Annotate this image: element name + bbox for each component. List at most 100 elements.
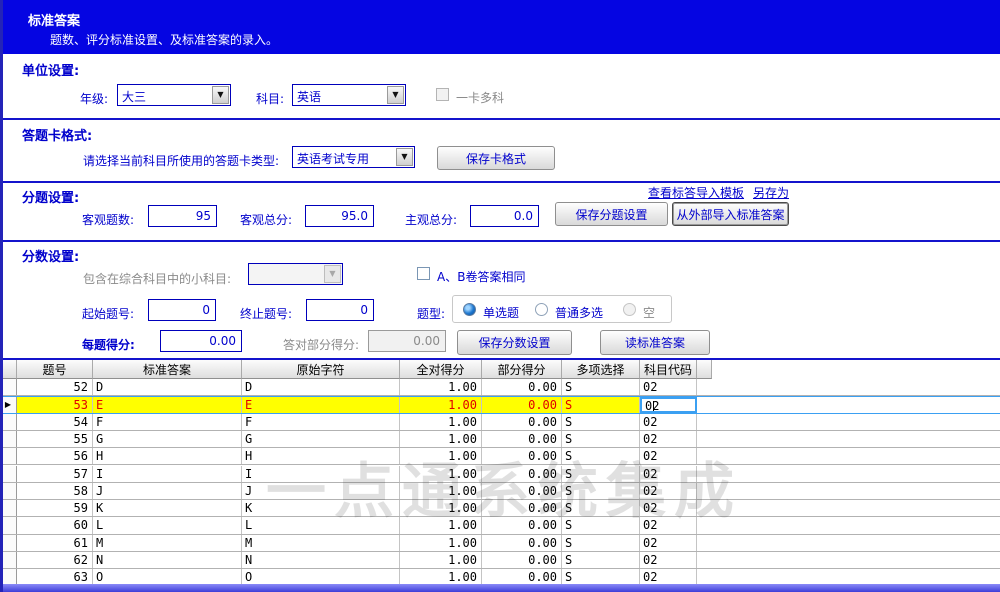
table-cell[interactable]: K	[93, 500, 242, 516]
table-cell[interactable]: 0.00	[482, 414, 562, 430]
subjective-total-input[interactable]: 0.0	[470, 205, 539, 227]
table-cell[interactable]: 0.00	[482, 431, 562, 447]
table-cell[interactable]: S	[562, 379, 640, 395]
save-as-link[interactable]: 另存为	[753, 184, 789, 201]
table-cell[interactable]: 59	[17, 500, 93, 516]
table-row[interactable]: ▶53EE1.000.00S02	[0, 396, 1000, 413]
table-cell[interactable]: G	[242, 431, 400, 447]
radio-single-choice[interactable]	[463, 303, 476, 316]
table-cell[interactable]: 1.00	[400, 414, 482, 430]
table-cell[interactable]: 58	[17, 483, 93, 499]
table-cell[interactable]: S	[562, 535, 640, 551]
table-cell[interactable]: 0.00	[482, 535, 562, 551]
column-header[interactable]: 原始字符	[242, 360, 400, 379]
objective-total-input[interactable]: 95.0	[305, 205, 374, 227]
table-cell[interactable]: E	[93, 397, 242, 412]
sub-subject-select[interactable]: ▼	[248, 263, 343, 285]
table-cell[interactable]: N	[242, 552, 400, 568]
table-row[interactable]: 55GG1.000.00S02	[0, 431, 1000, 448]
table-cell[interactable]: 1.00	[400, 535, 482, 551]
table-cell[interactable]: S	[562, 552, 640, 568]
import-answers-button[interactable]: 从外部导入标准答案	[672, 202, 789, 226]
radio-multi-choice[interactable]	[535, 303, 548, 316]
table-cell[interactable]: 02	[640, 500, 697, 516]
multi-card-checkbox[interactable]	[436, 88, 449, 101]
table-row[interactable]: 60LL1.000.00S02	[0, 517, 1000, 534]
table-cell[interactable]: S	[562, 431, 640, 447]
table-cell[interactable]: F	[93, 414, 242, 430]
column-header[interactable]: 多项选择	[562, 360, 640, 379]
table-cell[interactable]: M	[242, 535, 400, 551]
table-row[interactable]: 52DD1.000.00S02	[0, 379, 1000, 396]
table-cell[interactable]: L	[93, 517, 242, 533]
table-cell[interactable]: 53	[17, 397, 93, 412]
table-cell[interactable]: 0.00	[482, 552, 562, 568]
save-score-button[interactable]: 保存分数设置	[457, 330, 572, 355]
radio-empty[interactable]	[623, 303, 636, 316]
table-cell[interactable]: M	[93, 535, 242, 551]
table-cell[interactable]: H	[242, 448, 400, 464]
ab-same-checkbox[interactable]	[417, 267, 430, 280]
column-header[interactable]: 部分得分	[482, 360, 562, 379]
view-template-link[interactable]: 查看标答导入模板	[648, 184, 744, 201]
read-answers-button[interactable]: 读标准答案	[600, 330, 710, 355]
table-cell[interactable]: 02	[640, 483, 697, 499]
table-row[interactable]: 58JJ1.000.00S02	[0, 483, 1000, 500]
table-cell[interactable]: K	[242, 500, 400, 516]
table-cell[interactable]: S	[562, 466, 640, 482]
table-cell[interactable]: 02	[640, 379, 697, 395]
table-cell[interactable]: 56	[17, 448, 93, 464]
table-cell[interactable]: D	[93, 379, 242, 395]
objective-count-input[interactable]: 95	[148, 205, 217, 227]
table-row[interactable]: 56HH1.000.00S02	[0, 448, 1000, 465]
table-cell[interactable]: D	[242, 379, 400, 395]
table-cell[interactable]: 02	[640, 552, 697, 568]
table-cell[interactable]: 1.00	[400, 431, 482, 447]
table-row[interactable]: 57II1.000.00S02	[0, 466, 1000, 483]
table-cell[interactable]: S	[562, 483, 640, 499]
table-row[interactable]: 61MM1.000.00S02	[0, 535, 1000, 552]
table-row[interactable]: 59KK1.000.00S02	[0, 500, 1000, 517]
column-header[interactable]: 科目代码	[640, 360, 697, 379]
table-cell[interactable]: 1.00	[400, 466, 482, 482]
card-type-select[interactable]: 英语考试专用 ▼	[292, 146, 415, 168]
column-header[interactable]: 题号	[17, 360, 93, 379]
table-cell[interactable]: 62	[17, 552, 93, 568]
table-cell[interactable]: S	[562, 397, 640, 412]
table-cell[interactable]: 02	[640, 448, 697, 464]
table-cell[interactable]: 1.00	[400, 517, 482, 533]
table-cell[interactable]: S	[562, 414, 640, 430]
chevron-down-icon[interactable]: ▼	[396, 148, 413, 166]
chevron-down-icon[interactable]: ▼	[387, 86, 404, 104]
table-cell[interactable]: 0.00	[482, 483, 562, 499]
table-cell[interactable]: 0.00	[482, 448, 562, 464]
per-score-input[interactable]: 0.00	[160, 330, 242, 352]
table-cell[interactable]: 61	[17, 535, 93, 551]
table-cell[interactable]: I	[242, 466, 400, 482]
table-row[interactable]: 62NN1.000.00S02	[0, 552, 1000, 569]
column-header[interactable]: 标准答案	[93, 360, 242, 379]
table-cell[interactable]: 02	[640, 466, 697, 482]
table-cell[interactable]: 60	[17, 517, 93, 533]
table-cell[interactable]: 02	[640, 535, 697, 551]
table-cell[interactable]: J	[242, 483, 400, 499]
table-cell[interactable]: 0.00	[482, 500, 562, 516]
table-cell[interactable]: 57	[17, 466, 93, 482]
editing-cell[interactable]: 02	[640, 397, 697, 412]
table-cell[interactable]: L	[242, 517, 400, 533]
table-cell[interactable]: 54	[17, 414, 93, 430]
save-card-format-button[interactable]: 保存卡格式	[437, 146, 555, 170]
table-cell[interactable]: N	[93, 552, 242, 568]
table-cell[interactable]: S	[562, 500, 640, 516]
table-cell[interactable]: J	[93, 483, 242, 499]
table-cell[interactable]: 02	[640, 414, 697, 430]
start-number-input[interactable]: 0	[148, 299, 216, 321]
table-cell[interactable]: 52	[17, 379, 93, 395]
table-cell[interactable]: 0.00	[482, 517, 562, 533]
table-cell[interactable]: 0.00	[482, 379, 562, 395]
chevron-down-icon[interactable]: ▼	[212, 86, 229, 104]
table-cell[interactable]: S	[562, 517, 640, 533]
table-cell[interactable]: I	[93, 466, 242, 482]
table-cell[interactable]: E	[242, 397, 400, 412]
table-cell[interactable]: H	[93, 448, 242, 464]
